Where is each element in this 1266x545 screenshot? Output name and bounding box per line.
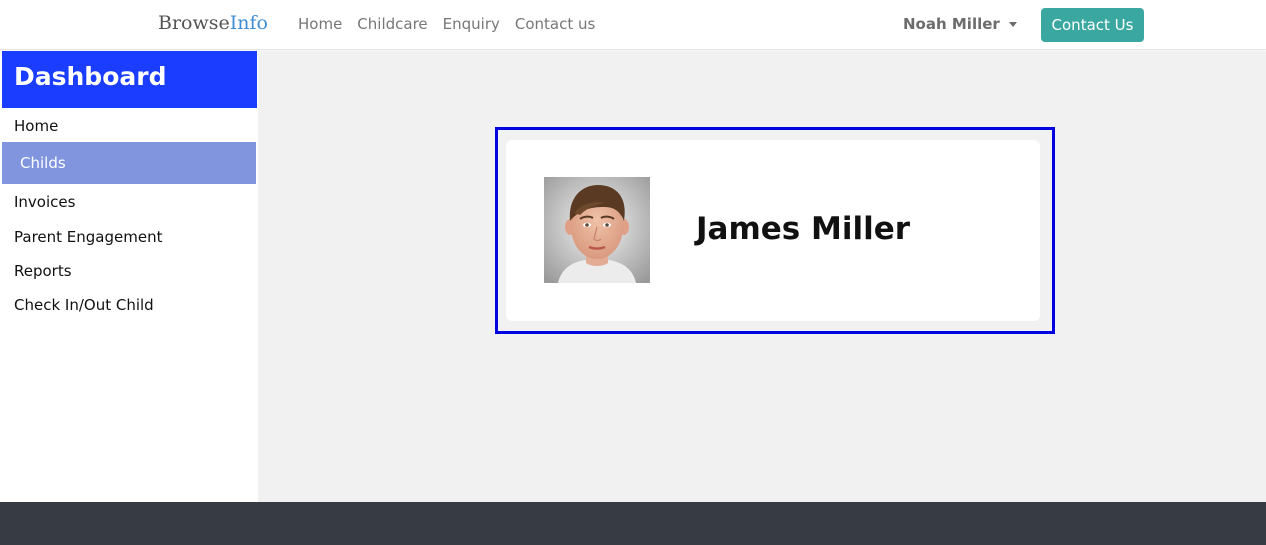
nav-links: Home Childcare Enquiry Contact us: [298, 15, 595, 33]
user-name: Noah Miller: [903, 15, 1000, 33]
sidebar: Dashboard Home Childs Invoices Parent En…: [0, 51, 258, 502]
sidebar-item-invoices[interactable]: Invoices: [14, 193, 75, 211]
nav-link-enquiry[interactable]: Enquiry: [443, 15, 500, 33]
footer: [0, 502, 1266, 545]
sidebar-item-parent-engagement[interactable]: Parent Engagement: [14, 228, 162, 246]
caret-down-icon: [1008, 22, 1017, 27]
sidebar-item-check-in-out-child[interactable]: Check In/Out Child: [14, 296, 154, 314]
top-navbar: BrowseInfo Home Childcare Enquiry Contac…: [0, 0, 1266, 50]
child-card-highlight[interactable]: James Miller: [495, 127, 1055, 334]
child-portrait-image: [544, 177, 650, 283]
child-photo: [544, 177, 650, 283]
nav-link-contact-us[interactable]: Contact us: [515, 15, 595, 33]
contact-us-button[interactable]: Contact Us: [1041, 8, 1144, 42]
main-content: James Miller: [258, 51, 1266, 502]
child-card[interactable]: James Miller: [506, 140, 1040, 321]
nav-link-home[interactable]: Home: [298, 15, 342, 33]
brand-logo-link[interactable]: BrowseInfo: [158, 12, 268, 34]
user-menu-dropdown[interactable]: Noah Miller: [903, 15, 1017, 33]
child-name: James Miller: [696, 211, 911, 247]
sidebar-title: Dashboard: [2, 51, 257, 108]
brand-name-part1: Browse: [158, 12, 230, 34]
nav-link-childcare[interactable]: Childcare: [357, 15, 427, 33]
brand-name-part2: Info: [229, 12, 268, 34]
sidebar-item-home[interactable]: Home: [14, 117, 58, 135]
sidebar-item-childs[interactable]: Childs: [2, 142, 256, 184]
sidebar-item-reports[interactable]: Reports: [14, 262, 72, 280]
